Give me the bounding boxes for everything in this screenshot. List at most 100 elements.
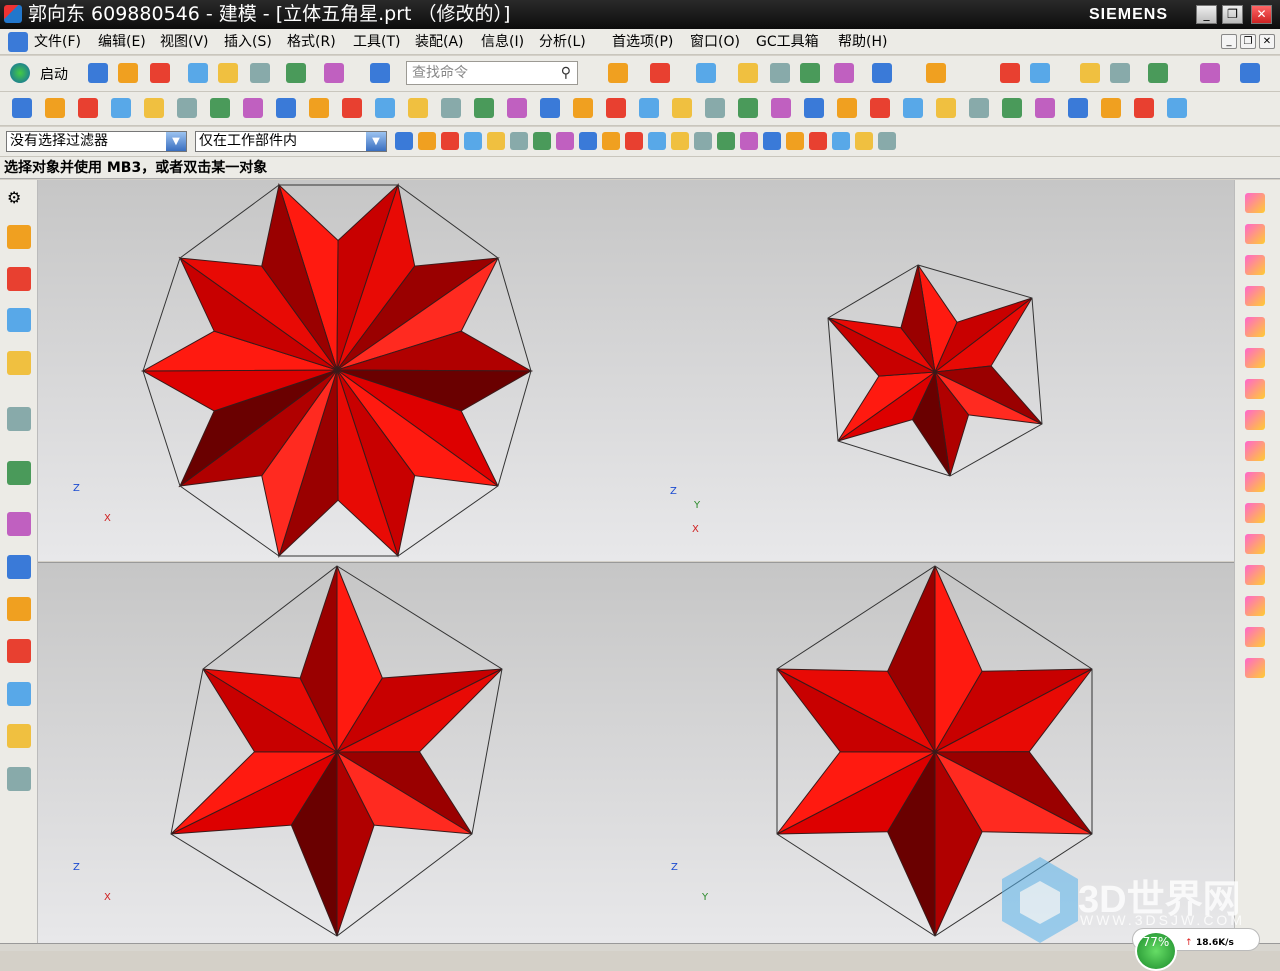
toolbar-tool-icon[interactable] — [1167, 98, 1187, 118]
toolbar-tool-icon[interactable] — [809, 132, 827, 150]
toolbar-tool-icon[interactable] — [1148, 63, 1168, 83]
toolbar-tool-icon[interactable] — [1000, 63, 1020, 83]
toolbar-tool-icon[interactable] — [12, 98, 32, 118]
menu-insert[interactable]: 插入(S) — [224, 29, 272, 55]
replace-icon[interactable] — [1245, 286, 1265, 306]
face-icon[interactable] — [1245, 534, 1265, 554]
assembly-navigator-icon[interactable] — [7, 225, 31, 249]
remove-icon[interactable] — [1245, 410, 1265, 430]
toolbar-tool-icon[interactable] — [150, 63, 170, 83]
color-palette-icon[interactable] — [7, 555, 31, 579]
toolbar-tool-icon[interactable] — [648, 132, 666, 150]
toolbar-tool-icon[interactable] — [834, 63, 854, 83]
move-face-icon[interactable] — [1245, 193, 1265, 213]
toolbar-tool-icon[interactable] — [464, 132, 482, 150]
toolbar-tool-icon[interactable] — [370, 63, 390, 83]
toolbar-tool-icon[interactable] — [177, 98, 197, 118]
constraint-navigator-icon[interactable] — [7, 267, 31, 291]
toolbar-tool-icon[interactable] — [671, 132, 689, 150]
toolbar-tool-icon[interactable] — [878, 132, 896, 150]
toolbar-tool-icon[interactable] — [118, 63, 138, 83]
system-materials-icon[interactable] — [7, 682, 31, 706]
blend-icon[interactable] — [1245, 658, 1265, 678]
toolbar-tool-icon[interactable] — [441, 132, 459, 150]
toolbar-tool-icon[interactable] — [969, 98, 989, 118]
toolbar-tool-icon[interactable] — [579, 132, 597, 150]
start-button[interactable]: 启动 — [40, 64, 68, 84]
toolbar-tool-icon[interactable] — [786, 132, 804, 150]
toolbar-tool-icon[interactable] — [1240, 63, 1260, 83]
process-studio-icon[interactable] — [7, 597, 31, 621]
toolbar-tool-icon[interactable] — [474, 98, 494, 118]
menu-help[interactable]: 帮助(H) — [838, 29, 887, 55]
menu-analysis[interactable]: 分析(L) — [539, 29, 586, 55]
toolbar-tool-icon[interactable] — [1035, 98, 1055, 118]
toolbar-tool-icon[interactable] — [324, 63, 344, 83]
drawing-icon[interactable] — [7, 724, 31, 748]
toolbar-tool-icon[interactable] — [510, 132, 528, 150]
toolbar-tool-icon[interactable] — [111, 98, 131, 118]
part-navigator-icon[interactable] — [7, 308, 31, 332]
menu-gc-toolbox[interactable]: GC工具箱 — [756, 29, 819, 55]
toolbar-tool-icon[interactable] — [936, 98, 956, 118]
toolbar-tool-icon[interactable] — [602, 132, 620, 150]
toolbar-tool-icon[interactable] — [837, 98, 857, 118]
toolbar-tool-icon[interactable] — [926, 63, 946, 83]
roles-icon[interactable] — [7, 639, 31, 663]
toolbar-tool-icon[interactable] — [1030, 63, 1050, 83]
label-icon[interactable] — [1245, 565, 1265, 585]
menu-format[interactable]: 格式(R) — [287, 29, 336, 55]
history-icon[interactable] — [7, 512, 31, 536]
toolbar-tool-icon[interactable] — [1080, 63, 1100, 83]
toolbar-tool-icon[interactable] — [1068, 98, 1088, 118]
toolbar-tool-icon[interactable] — [1002, 98, 1022, 118]
toolbar-tool-icon[interactable] — [286, 63, 306, 83]
toolbar-tool-icon[interactable] — [78, 98, 98, 118]
delete-face-icon[interactable] — [1245, 379, 1265, 399]
menu-edit[interactable]: 编辑(E) — [98, 29, 146, 55]
menu-info[interactable]: 信息(I) — [481, 29, 524, 55]
menu-tools[interactable]: 工具(T) — [353, 29, 400, 55]
doc-restore-button[interactable]: ❐ — [1240, 34, 1256, 49]
command-search-input[interactable]: 查找命令 ⚲ — [406, 61, 578, 85]
small-stellated-model-2[interactable] — [827, 264, 1043, 477]
menu-assembly[interactable]: 装配(A) — [415, 29, 464, 55]
restore-button[interactable]: ❐ — [1222, 5, 1243, 24]
toolbar-tool-icon[interactable] — [418, 132, 436, 150]
small-stellated-model-1[interactable] — [141, 183, 533, 558]
toolbar-tool-icon[interactable] — [556, 132, 574, 150]
toolbar-tool-icon[interactable] — [639, 98, 659, 118]
small-stellated-model-3[interactable] — [170, 565, 503, 937]
reuse-library-icon[interactable] — [7, 351, 31, 375]
template-icon[interactable] — [7, 767, 31, 791]
toolbar-tool-icon[interactable] — [441, 98, 461, 118]
toolbar-tool-icon[interactable] — [408, 98, 428, 118]
toolbar-tool-icon[interactable] — [650, 63, 670, 83]
toolbar-tool-icon[interactable] — [1200, 63, 1220, 83]
model-canvas[interactable] — [38, 180, 1234, 943]
toolbar-tool-icon[interactable] — [903, 98, 923, 118]
cylinder-icon[interactable] — [1245, 317, 1265, 337]
toolbar-tool-icon[interactable] — [276, 98, 296, 118]
copy-face-icon[interactable] — [1245, 348, 1265, 368]
web-browser-icon[interactable] — [7, 461, 31, 485]
draft-icon[interactable] — [1245, 596, 1265, 616]
toolbar-tool-icon[interactable] — [705, 98, 725, 118]
toolbar-tool-icon[interactable] — [870, 98, 890, 118]
toolbar-tool-icon[interactable] — [800, 63, 820, 83]
doc-minimize-button[interactable]: _ — [1221, 34, 1237, 49]
toolbar-tool-icon[interactable] — [738, 98, 758, 118]
offset-icon[interactable] — [1245, 255, 1265, 275]
toolbar-tool-icon[interactable] — [375, 98, 395, 118]
toolbar-tool-icon[interactable] — [395, 132, 413, 150]
resize-icon[interactable] — [1245, 503, 1265, 523]
info-icon[interactable] — [7, 407, 31, 431]
doc-close-button[interactable]: ✕ — [1259, 34, 1275, 49]
menu-preferences[interactable]: 首选项(P) — [612, 29, 673, 55]
toolbar-tool-icon[interactable] — [672, 98, 692, 118]
toolbar-tool-icon[interactable] — [342, 98, 362, 118]
toolbar-tool-icon[interactable] — [696, 63, 716, 83]
toolbar-tool-icon[interactable] — [144, 98, 164, 118]
toolbar-tool-icon[interactable] — [188, 63, 208, 83]
mirror-icon[interactable] — [1245, 472, 1265, 492]
